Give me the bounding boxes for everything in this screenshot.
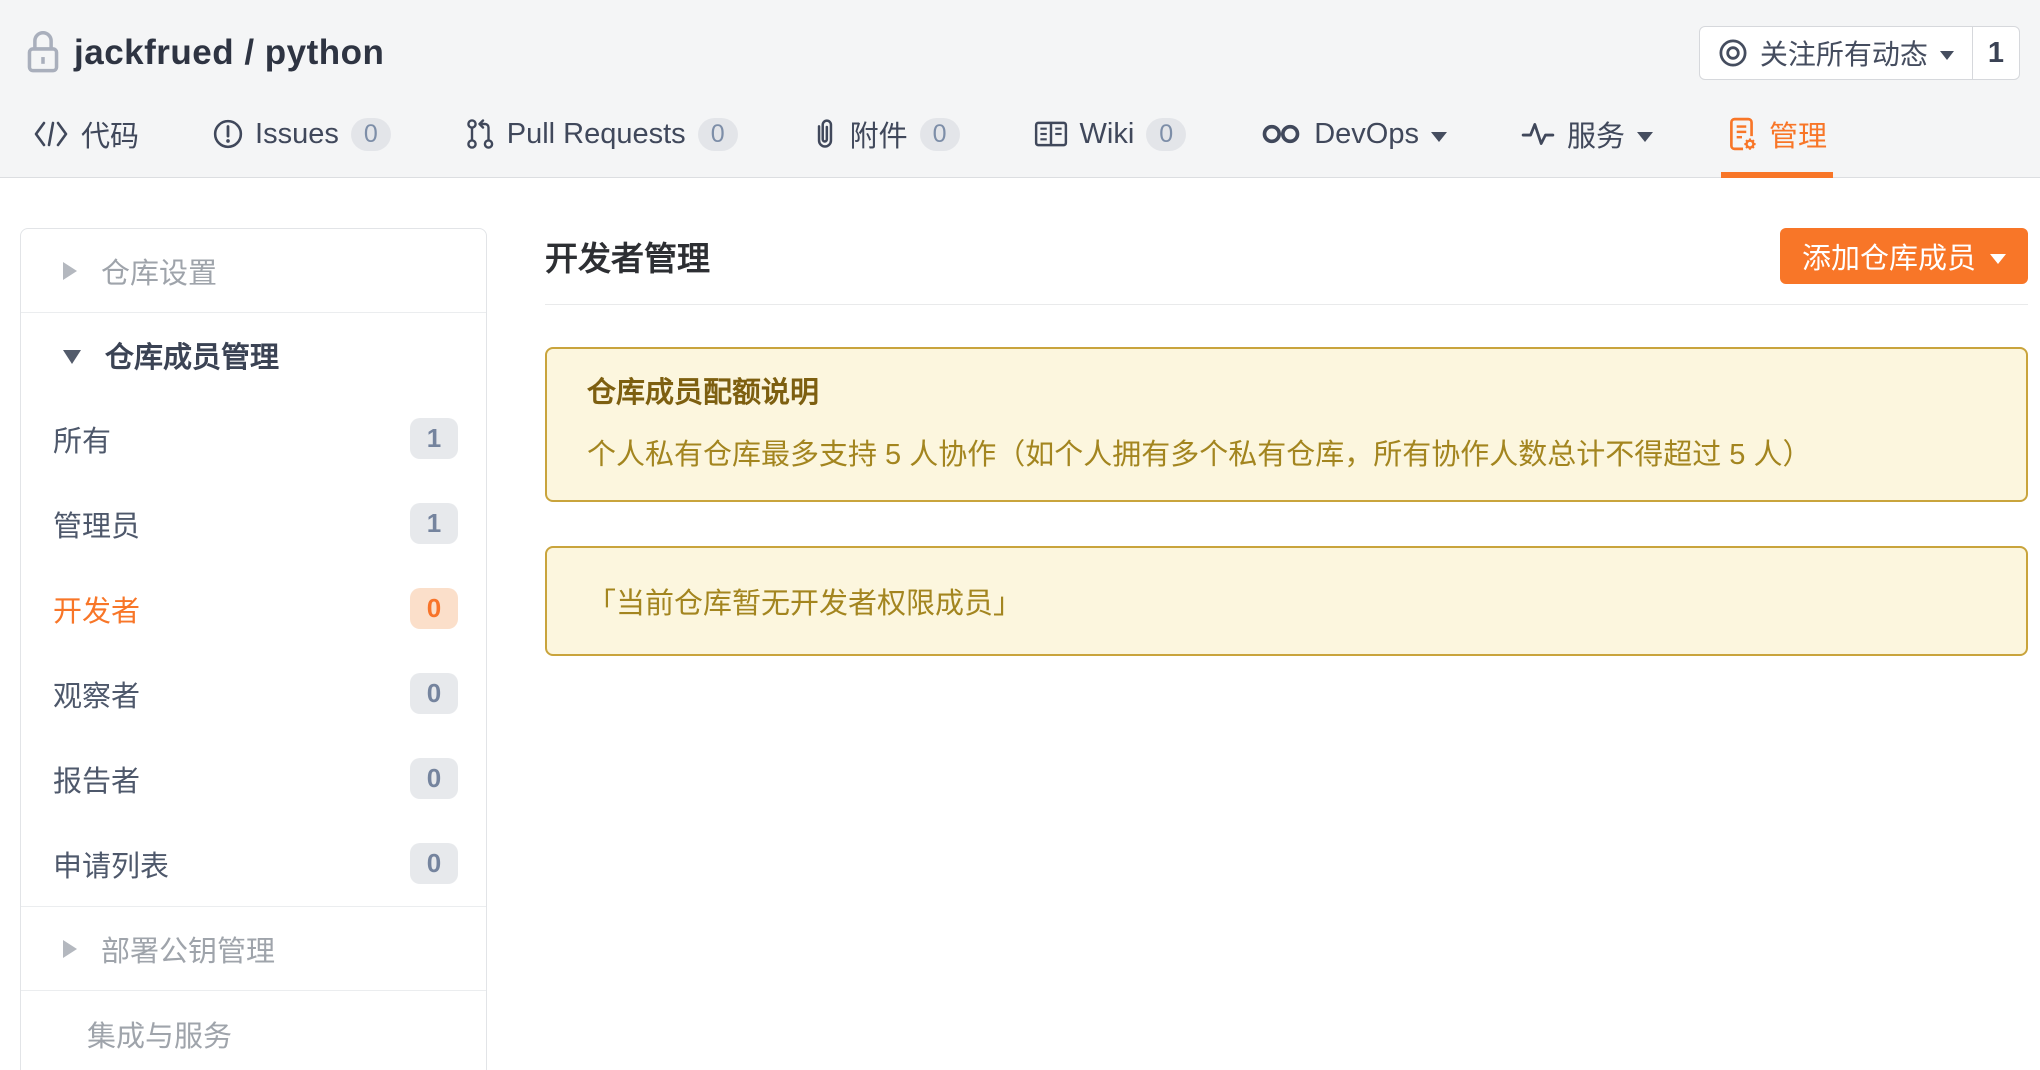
- sidebar-item-observer[interactable]: 观察者 0: [21, 651, 486, 736]
- caret-down-icon: [63, 350, 81, 364]
- manage-icon: [1727, 117, 1757, 151]
- sidebar-item-integrations[interactable]: 集成与服务: [21, 991, 486, 1070]
- repo-tabbar: 代码 Issues 0: [0, 90, 2040, 178]
- item-label: 管理员: [53, 503, 140, 545]
- tab-label: Pull Requests: [507, 118, 686, 151]
- tab-attachments[interactable]: 附件 0: [812, 90, 960, 178]
- sidebar-section-repo-settings[interactable]: 仓库设置: [21, 229, 486, 312]
- sidebar-section-deploy-keys[interactable]: 部署公钥管理: [21, 907, 486, 990]
- item-label: 集成与服务: [87, 1013, 232, 1055]
- tab-count-badge: 0: [920, 118, 960, 151]
- title-divider: [545, 304, 2028, 305]
- main-panel: 开发者管理 添加仓库成员 仓库成员配额说明 个人私有仓库最多支持 5 人协作（如…: [545, 178, 2028, 656]
- add-repo-member-button[interactable]: 添加仓库成员: [1780, 228, 2028, 284]
- tab-label: Issues: [255, 118, 339, 151]
- count-badge: 1: [410, 503, 458, 544]
- tab-count-badge: 0: [351, 118, 391, 151]
- tab-services[interactable]: 服务: [1521, 90, 1653, 178]
- issue-icon: [213, 119, 243, 149]
- tab-count-badge: 0: [698, 118, 738, 151]
- watch-button-group[interactable]: 关注所有动态 1: [1699, 26, 2020, 80]
- caret-right-icon: [63, 262, 77, 280]
- sidebar-item-applications[interactable]: 申请列表 0: [21, 821, 486, 906]
- sidebar-section-member-management[interactable]: 仓库成员管理: [21, 313, 486, 396]
- repo-title: jackfrued / python: [74, 33, 384, 73]
- section-label: 仓库成员管理: [105, 334, 279, 376]
- watch-button[interactable]: 关注所有动态: [1700, 27, 1972, 79]
- sidebar-item-all[interactable]: 所有 1: [21, 396, 486, 481]
- section-label: 部署公钥管理: [101, 928, 275, 970]
- sidebar-item-admin[interactable]: 管理员 1: [21, 481, 486, 566]
- quota-note-body: 个人私有仓库最多支持 5 人协作（如个人拥有多个私有仓库，所有协作人数总计不得超…: [587, 437, 1986, 475]
- tab-devops[interactable]: DevOps: [1260, 90, 1447, 178]
- watch-label: 关注所有动态: [1760, 33, 1928, 73]
- repo-header-row: jackfrued / python 关注所有动态 1: [0, 0, 2040, 90]
- pull-request-icon: [465, 118, 495, 150]
- tab-label: 管理: [1769, 113, 1827, 155]
- watch-icon: [1718, 38, 1748, 68]
- settings-sidebar: 仓库设置 仓库成员管理 所有 1 管理员 1 开发者 0 观察者 0 报告者 0…: [20, 228, 487, 1070]
- code-icon: [33, 120, 69, 148]
- item-label: 所有: [53, 418, 111, 460]
- tab-label: 服务: [1567, 113, 1625, 155]
- repo-title-wrap: jackfrued / python: [24, 30, 384, 76]
- tab-label: 代码: [81, 113, 139, 155]
- tab-label: Wiki: [1080, 118, 1135, 151]
- tab-manage[interactable]: 管理: [1727, 90, 1827, 178]
- sidebar-item-reporter[interactable]: 报告者 0: [21, 736, 486, 821]
- caret-right-icon: [63, 940, 77, 958]
- tab-wiki[interactable]: Wiki 0: [1034, 90, 1187, 178]
- attachment-icon: [812, 117, 838, 151]
- quota-note-box: 仓库成员配额说明 个人私有仓库最多支持 5 人协作（如个人拥有多个私有仓库，所有…: [545, 347, 2028, 502]
- count-badge: 1: [410, 418, 458, 459]
- page-content: 仓库设置 仓库成员管理 所有 1 管理员 1 开发者 0 观察者 0 报告者 0…: [0, 178, 2040, 1070]
- tab-pull-requests[interactable]: Pull Requests 0: [465, 90, 738, 178]
- tab-issues[interactable]: Issues 0: [213, 90, 391, 178]
- tab-label: DevOps: [1314, 118, 1419, 151]
- count-badge: 0: [410, 588, 458, 629]
- tab-count-badge: 0: [1146, 118, 1186, 151]
- wiki-icon: [1034, 120, 1068, 148]
- chevron-down-icon: [1637, 132, 1653, 142]
- item-label: 观察者: [53, 673, 140, 715]
- main-header-row: 开发者管理 添加仓库成员: [545, 228, 2028, 284]
- item-label: 报告者: [53, 758, 140, 800]
- add-member-label: 添加仓库成员: [1802, 235, 1976, 277]
- services-icon: [1521, 120, 1555, 148]
- tab-code[interactable]: 代码: [33, 90, 139, 178]
- chevron-down-icon: [1940, 51, 1954, 60]
- count-badge: 0: [410, 843, 458, 884]
- watch-count[interactable]: 1: [1972, 27, 2019, 79]
- chevron-down-icon: [1990, 254, 2006, 264]
- count-badge: 0: [410, 758, 458, 799]
- chevron-down-icon: [1431, 132, 1447, 142]
- sidebar-item-developer[interactable]: 开发者 0: [21, 566, 486, 651]
- item-label: 申请列表: [53, 843, 169, 885]
- quota-note-title: 仓库成员配额说明: [587, 375, 1986, 413]
- empty-members-note: 「当前仓库暂无开发者权限成员」: [587, 588, 1022, 620]
- tab-label: 附件: [850, 113, 908, 155]
- section-label: 仓库设置: [101, 250, 217, 292]
- page-title: 开发者管理: [545, 232, 710, 280]
- empty-members-note-box: 「当前仓库暂无开发者权限成员」: [545, 546, 2028, 656]
- page-header: jackfrued / python 关注所有动态 1: [0, 0, 2040, 178]
- item-label: 开发者: [53, 588, 140, 630]
- count-badge: 0: [410, 673, 458, 714]
- lock-icon: [24, 30, 62, 76]
- devops-icon: [1260, 123, 1302, 145]
